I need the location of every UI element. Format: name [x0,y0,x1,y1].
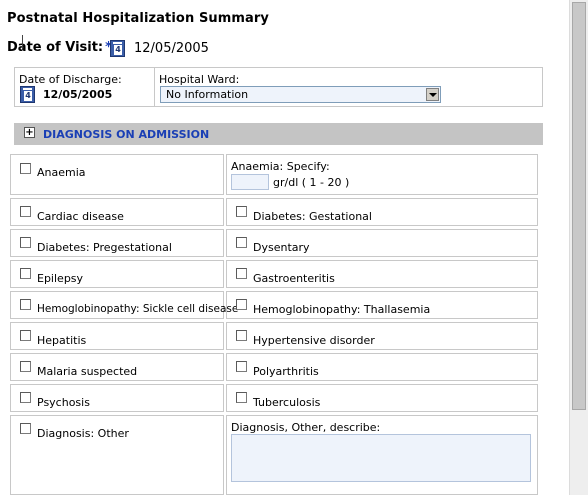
hemoglobinopathy-sickle-label: Hemoglobinopathy: Sickle cell disease [37,303,239,315]
diagnosis-section-title: DIAGNOSIS ON ADMISSION [43,128,210,141]
tuberculosis-label: Tuberculosis [253,396,321,409]
discharge-date-value: 12/05/2005 [43,88,113,101]
calendar-icon[interactable] [110,40,125,57]
anaemia-label: Anaemia [37,166,86,179]
diabetes-gestational-label: Diabetes: Gestational [253,210,372,223]
scrollbar-thumb[interactable] [572,2,586,410]
diagnosis-section-header: + DIAGNOSIS ON ADMISSION [14,123,543,145]
cardiac-disease-checkbox[interactable] [20,206,31,217]
hepatitis-label: Hepatitis [37,334,87,347]
malaria-suspected-checkbox[interactable] [20,361,31,372]
anaemia-unit-label: gr/dl ( 1 - 20 ) [273,176,350,189]
calendar-icon[interactable] [20,86,35,103]
epilepsy-label: Epilepsy [37,272,84,285]
epilepsy-checkbox[interactable] [20,268,31,279]
discharge-date-label: Date of Discharge: [19,73,122,86]
hospital-ward-label: Hospital Ward: [159,73,240,86]
diagnosis-other-describe-textarea[interactable] [231,434,531,482]
hemoglobinopathy-thallasemia-label: Hemoglobinopathy: Thallasemia [253,303,431,316]
diagnosis-other-checkbox[interactable] [20,423,31,434]
polyarthritis-label: Polyarthritis [253,365,319,378]
dysentary-label: Dysentary [253,241,310,254]
visit-date-value: 12/05/2005 [134,41,209,56]
diagnosis-other-label: Diagnosis: Other [37,427,129,440]
polyarthritis-checkbox[interactable] [236,361,247,372]
anaemia-checkbox[interactable] [20,163,31,174]
diabetes-pregestational-label: Diabetes: Pregestational [37,241,172,254]
gastroenteritis-checkbox[interactable] [236,268,247,279]
hypertensive-disorder-label: Hypertensive disorder [253,334,375,347]
psychosis-label: Psychosis [37,396,90,409]
hepatitis-checkbox[interactable] [20,330,31,341]
anaemia-value-input[interactable] [231,174,269,190]
expand-icon[interactable]: + [24,127,35,138]
psychosis-checkbox[interactable] [20,392,31,403]
dropdown-arrow-icon[interactable] [426,88,439,101]
hospital-ward-select[interactable]: No Information [160,86,441,103]
diagnosis-other-describe-label: Diagnosis, Other, describe: [231,421,381,434]
dysentary-checkbox[interactable] [236,237,247,248]
diabetes-gestational-checkbox[interactable] [236,206,247,217]
vertical-scrollbar[interactable] [569,0,588,495]
tuberculosis-checkbox[interactable] [236,392,247,403]
hypertensive-disorder-checkbox[interactable] [236,330,247,341]
hemoglobinopathy-thallasemia-checkbox[interactable] [236,299,247,310]
hemoglobinopathy-sickle-checkbox[interactable] [20,299,31,310]
page-title: Postnatal Hospitalization Summary [7,11,270,26]
malaria-suspected-label: Malaria suspected [37,365,138,378]
cardiac-disease-label: Cardiac disease [37,210,124,223]
panel-divider [154,68,155,106]
hospital-ward-selected-value: No Information [166,88,249,101]
diabetes-pregestational-checkbox[interactable] [20,237,31,248]
text-cursor [22,35,23,49]
anaemia-specify-label: Anaemia: Specify: [231,160,330,173]
gastroenteritis-label: Gastroenteritis [253,272,335,285]
